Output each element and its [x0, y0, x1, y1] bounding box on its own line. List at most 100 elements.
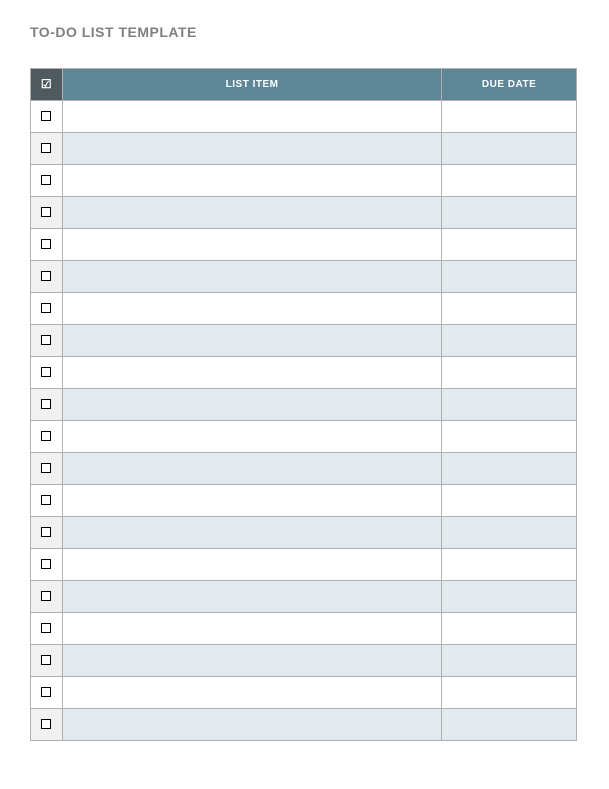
todo-table: ☑ LIST ITEM DUE DATE: [30, 68, 577, 741]
checkbox-icon[interactable]: [41, 271, 51, 281]
checkbox-icon[interactable]: [41, 303, 51, 313]
checkbox-icon[interactable]: [41, 207, 51, 217]
cell-checkbox[interactable]: [31, 357, 63, 389]
checkbox-icon[interactable]: [41, 431, 51, 441]
table-row: [31, 197, 577, 229]
cell-due-date[interactable]: [442, 293, 577, 325]
cell-due-date[interactable]: [442, 133, 577, 165]
cell-list-item[interactable]: [62, 197, 441, 229]
table-row: [31, 485, 577, 517]
checkbox-icon[interactable]: [41, 591, 51, 601]
cell-due-date[interactable]: [442, 549, 577, 581]
cell-list-item[interactable]: [62, 709, 441, 741]
cell-list-item[interactable]: [62, 517, 441, 549]
cell-due-date[interactable]: [442, 229, 577, 261]
cell-checkbox[interactable]: [31, 549, 63, 581]
cell-list-item[interactable]: [62, 325, 441, 357]
cell-list-item[interactable]: [62, 293, 441, 325]
table-row: [31, 325, 577, 357]
checkbox-icon[interactable]: [41, 655, 51, 665]
cell-list-item[interactable]: [62, 229, 441, 261]
cell-due-date[interactable]: [442, 325, 577, 357]
cell-checkbox[interactable]: [31, 613, 63, 645]
cell-list-item[interactable]: [62, 357, 441, 389]
table-row: [31, 549, 577, 581]
table-row: [31, 261, 577, 293]
cell-list-item[interactable]: [62, 389, 441, 421]
cell-list-item[interactable]: [62, 453, 441, 485]
cell-due-date[interactable]: [442, 517, 577, 549]
cell-due-date[interactable]: [442, 709, 577, 741]
checkbox-icon[interactable]: [41, 399, 51, 409]
checkbox-icon[interactable]: [41, 143, 51, 153]
cell-checkbox[interactable]: [31, 197, 63, 229]
cell-due-date[interactable]: [442, 485, 577, 517]
cell-checkbox[interactable]: [31, 677, 63, 709]
cell-list-item[interactable]: [62, 677, 441, 709]
checkbox-icon[interactable]: [41, 719, 51, 729]
checkbox-icon[interactable]: [41, 623, 51, 633]
header-row: ☑ LIST ITEM DUE DATE: [31, 69, 577, 101]
cell-checkbox[interactable]: [31, 453, 63, 485]
cell-checkbox[interactable]: [31, 101, 63, 133]
table-row: [31, 293, 577, 325]
cell-list-item[interactable]: [62, 581, 441, 613]
cell-checkbox[interactable]: [31, 325, 63, 357]
cell-due-date[interactable]: [442, 677, 577, 709]
checkbox-icon[interactable]: [41, 687, 51, 697]
checkbox-icon[interactable]: [41, 559, 51, 569]
cell-checkbox[interactable]: [31, 133, 63, 165]
cell-checkbox[interactable]: [31, 645, 63, 677]
cell-checkbox[interactable]: [31, 293, 63, 325]
cell-due-date[interactable]: [442, 197, 577, 229]
cell-checkbox[interactable]: [31, 517, 63, 549]
checkbox-icon[interactable]: [41, 335, 51, 345]
header-check: ☑: [31, 69, 63, 101]
cell-due-date[interactable]: [442, 357, 577, 389]
cell-list-item[interactable]: [62, 549, 441, 581]
cell-list-item[interactable]: [62, 645, 441, 677]
table-row: [31, 229, 577, 261]
checkbox-icon[interactable]: [41, 367, 51, 377]
cell-due-date[interactable]: [442, 613, 577, 645]
table-row: [31, 613, 577, 645]
table-row: [31, 165, 577, 197]
table-row: [31, 709, 577, 741]
cell-checkbox[interactable]: [31, 389, 63, 421]
cell-checkbox[interactable]: [31, 261, 63, 293]
cell-list-item[interactable]: [62, 613, 441, 645]
table-row: [31, 389, 577, 421]
cell-list-item[interactable]: [62, 165, 441, 197]
cell-due-date[interactable]: [442, 421, 577, 453]
cell-checkbox[interactable]: [31, 229, 63, 261]
table-row: [31, 101, 577, 133]
cell-checkbox[interactable]: [31, 485, 63, 517]
cell-checkbox[interactable]: [31, 421, 63, 453]
cell-due-date[interactable]: [442, 389, 577, 421]
table-row: [31, 357, 577, 389]
checkbox-icon[interactable]: [41, 111, 51, 121]
cell-due-date[interactable]: [442, 453, 577, 485]
checkbox-icon[interactable]: [41, 495, 51, 505]
cell-list-item[interactable]: [62, 261, 441, 293]
cell-checkbox[interactable]: [31, 709, 63, 741]
checkbox-icon[interactable]: [41, 239, 51, 249]
cell-list-item[interactable]: [62, 421, 441, 453]
cell-due-date[interactable]: [442, 645, 577, 677]
checkbox-icon[interactable]: [41, 527, 51, 537]
cell-list-item[interactable]: [62, 485, 441, 517]
table-row: [31, 581, 577, 613]
cell-due-date[interactable]: [442, 581, 577, 613]
cell-due-date[interactable]: [442, 261, 577, 293]
table-row: [31, 133, 577, 165]
table-row: [31, 645, 577, 677]
checkbox-icon[interactable]: [41, 175, 51, 185]
cell-due-date[interactable]: [442, 165, 577, 197]
checkbox-icon[interactable]: [41, 463, 51, 473]
cell-checkbox[interactable]: [31, 165, 63, 197]
table-row: [31, 677, 577, 709]
cell-list-item[interactable]: [62, 101, 441, 133]
cell-due-date[interactable]: [442, 101, 577, 133]
cell-list-item[interactable]: [62, 133, 441, 165]
cell-checkbox[interactable]: [31, 581, 63, 613]
